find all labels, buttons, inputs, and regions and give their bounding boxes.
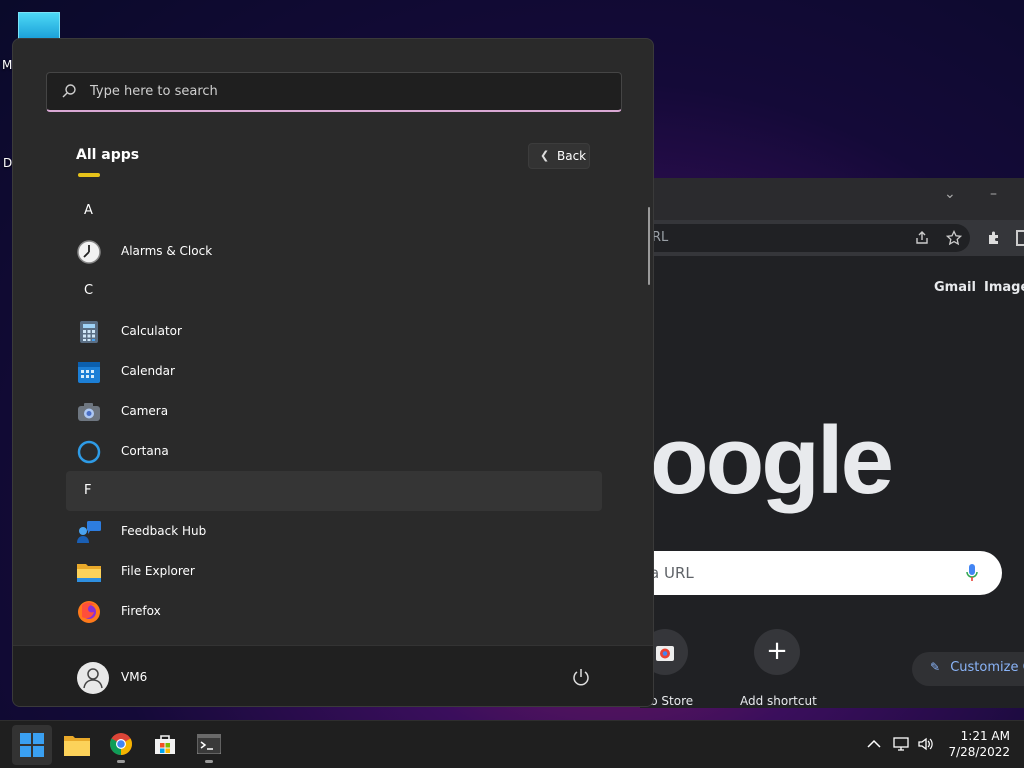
extensions-icon[interactable]: [986, 230, 1002, 246]
alarm-clock-icon: [77, 240, 101, 264]
app-feedback-hub[interactable]: Feedback Hub: [66, 511, 602, 551]
start-menu: Type here to search All apps ❮ Back A Al…: [12, 38, 654, 707]
chrome-icon: [110, 733, 132, 755]
group-letter: A: [84, 203, 93, 218]
app-calculator[interactable]: Calculator: [66, 311, 602, 351]
desktop-icon-label: M: [2, 58, 13, 72]
network-icon[interactable]: [892, 735, 910, 753]
clock-time: 1:21 AM: [960, 729, 1010, 743]
app-cortana[interactable]: Cortana: [66, 431, 602, 471]
firefox-icon: [78, 601, 100, 623]
running-indicator: [205, 760, 213, 763]
search-placeholder: Type here to search: [90, 84, 218, 99]
chrome-window[interactable]: ⌄ – RL Gmail Images oogle a URL b Store …: [640, 178, 1024, 708]
share-icon[interactable]: [914, 230, 930, 246]
group-header-c[interactable]: C: [66, 271, 602, 311]
clock[interactable]: 1:21 AM 7/28/2022: [940, 728, 1010, 760]
app-name: File Explorer: [121, 564, 195, 578]
clock-date: 7/28/2022: [948, 745, 1010, 759]
group-header-f[interactable]: F: [66, 471, 602, 511]
search-icon: [62, 84, 76, 98]
start-search-input[interactable]: Type here to search: [46, 72, 622, 112]
app-name: Feedback Hub: [121, 524, 207, 538]
taskbar-chrome[interactable]: [101, 725, 141, 765]
app-icon: [78, 173, 100, 177]
gmail-link[interactable]: Gmail: [934, 280, 976, 295]
camera-icon: [78, 403, 100, 421]
volume-icon[interactable]: [917, 735, 935, 753]
app-name: Alarms & Clock: [121, 244, 213, 258]
bookmark-star-icon[interactable]: [946, 230, 962, 246]
app-camera[interactable]: Camera: [66, 391, 602, 431]
customize-label: Customize C: [950, 660, 1024, 675]
taskbar-terminal[interactable]: [189, 725, 229, 765]
all-apps-heading: All apps: [76, 147, 140, 163]
web-store-icon: [656, 646, 674, 661]
group-header-a[interactable]: A: [66, 191, 602, 231]
terminal-icon: [197, 734, 221, 754]
google-search-box[interactable]: a URL: [640, 551, 1002, 595]
app-calendar[interactable]: Calendar: [66, 351, 602, 391]
app-alarms-clock[interactable]: Alarms & Clock: [66, 231, 602, 271]
calendar-icon: [78, 362, 100, 383]
user-icon: [83, 668, 103, 689]
chrome-toolbar: RL: [640, 220, 1024, 256]
customize-chrome-button[interactable]: ✎ Customize C: [912, 652, 1024, 686]
taskbar-microsoft-store[interactable]: [145, 725, 185, 765]
start-footer: VM6: [13, 645, 653, 706]
add-shortcut-label: Add shortcut: [740, 694, 817, 708]
list-item[interactable]: [66, 171, 602, 187]
folder-icon: [64, 736, 90, 756]
minimize-icon[interactable]: –: [990, 186, 997, 202]
user-name[interactable]: VM6: [121, 670, 147, 684]
address-text: RL: [652, 230, 669, 245]
group-letter: C: [84, 283, 94, 298]
app-name: Firefox: [121, 604, 161, 618]
back-button[interactable]: ❮ Back: [528, 143, 590, 169]
calculator-icon: [80, 321, 98, 343]
folder-icon: [77, 564, 101, 582]
pencil-icon: ✎: [930, 660, 941, 674]
power-icon[interactable]: [571, 667, 591, 687]
app-name: Calculator: [121, 324, 182, 338]
app-file-explorer[interactable]: File Explorer: [66, 551, 602, 591]
tab-search-icon[interactable]: ⌄: [944, 186, 956, 202]
running-indicator: [117, 760, 125, 763]
start-button[interactable]: [12, 725, 52, 765]
group-letter: F: [84, 483, 92, 498]
google-logo: oogle: [650, 407, 894, 514]
side-panel-icon[interactable]: [1016, 230, 1024, 246]
all-apps-list[interactable]: A Alarms & Clock C Calculator Calendar C…: [66, 171, 602, 641]
taskbar: 1:21 AM 7/28/2022: [0, 720, 1024, 768]
app-name: Cortana: [121, 444, 169, 458]
google-search-placeholder: a URL: [650, 564, 694, 582]
desktop-icon[interactable]: [18, 12, 60, 40]
cortana-icon: [77, 440, 101, 464]
user-avatar[interactable]: [77, 662, 109, 694]
store-icon: [155, 735, 175, 754]
voice-search-icon[interactable]: [966, 564, 978, 582]
app-name: Camera: [121, 404, 169, 418]
scrollbar[interactable]: [648, 207, 650, 285]
shortcut-label: b Store: [650, 694, 694, 708]
app-firefox[interactable]: Firefox: [66, 591, 602, 631]
back-label: Back: [557, 149, 587, 163]
add-shortcut-button[interactable]: +: [754, 629, 800, 675]
windows-logo-icon: [20, 733, 44, 757]
feedback-hub-icon: [77, 521, 101, 543]
chrome-titlebar[interactable]: ⌄ –: [640, 178, 1024, 220]
app-name: Calendar: [121, 364, 175, 378]
chevron-up-icon[interactable]: [865, 735, 883, 753]
taskbar-file-explorer[interactable]: [57, 725, 97, 765]
images-link[interactable]: Images: [984, 280, 1024, 295]
chevron-left-icon: ❮: [540, 149, 550, 162]
